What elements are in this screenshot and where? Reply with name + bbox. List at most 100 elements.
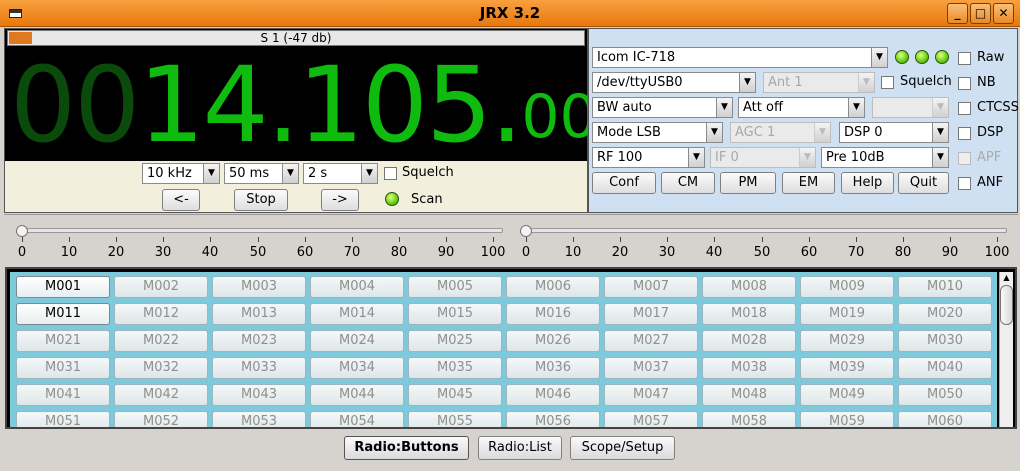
tab-radio-list[interactable]: Radio:List [478,436,562,460]
memory-button[interactable]: M038 [702,357,796,379]
memory-button[interactable]: M053 [212,411,306,427]
memory-button[interactable]: M046 [506,384,600,406]
memory-button[interactable]: M020 [898,303,992,325]
maximize-icon[interactable]: □ [970,3,991,24]
scroll-thumb[interactable] [1000,285,1013,325]
interval-select[interactable]: 2 s ▼ [303,163,378,184]
radio-model-select[interactable]: Icom IC-718 ▼ [592,47,888,68]
memory-button[interactable]: M044 [310,384,404,406]
port-select[interactable]: /dev/ttyUSB0 ▼ [592,72,756,93]
apf-checkbox[interactable] [958,152,971,165]
memory-button[interactable]: M015 [408,303,502,325]
memory-button[interactable]: M052 [114,411,208,427]
left-slider-track[interactable] [18,228,503,233]
memory-button[interactable]: M014 [310,303,404,325]
mode-select[interactable]: Mode LSB ▼ [592,122,723,143]
attenuator-select[interactable]: Att off ▼ [738,97,865,118]
memory-button[interactable]: M043 [212,384,306,406]
anf-checkbox[interactable] [958,177,971,190]
memory-button[interactable]: M005 [408,276,502,298]
memory-button[interactable]: M028 [702,330,796,352]
em-button[interactable]: EM [782,172,835,194]
memory-button[interactable]: M002 [114,276,208,298]
memory-button[interactable]: M024 [310,330,404,352]
memory-button[interactable]: M016 [506,303,600,325]
memory-button[interactable]: M057 [604,411,698,427]
memory-button[interactable]: M013 [212,303,306,325]
memory-scrollbar[interactable]: ▲ [999,272,1013,427]
memory-button[interactable]: M036 [506,357,600,379]
memory-button[interactable]: M042 [114,384,208,406]
antenna-select[interactable]: Ant 1 ▼ [763,72,875,93]
memory-button[interactable]: M009 [800,276,894,298]
bandwidth-select[interactable]: BW auto ▼ [592,97,733,118]
step-select[interactable]: 10 kHz ▼ [142,163,220,184]
squelch-checkbox[interactable] [881,76,894,89]
memory-button[interactable]: M030 [898,330,992,352]
memory-button[interactable]: M031 [16,357,110,379]
scan-next-button[interactable]: -> [321,189,359,211]
agc-select[interactable]: AGC 1 ▼ [730,122,831,143]
memory-button[interactable]: M022 [114,330,208,352]
memory-button[interactable]: M008 [702,276,796,298]
conf-button[interactable]: Conf [592,172,656,194]
memory-button[interactable]: M006 [506,276,600,298]
memory-button[interactable]: M049 [800,384,894,406]
memory-button[interactable]: M034 [310,357,404,379]
memory-button[interactable]: M004 [310,276,404,298]
memory-button[interactable]: M018 [702,303,796,325]
memory-button[interactable]: M040 [898,357,992,379]
dsp-checkbox[interactable] [958,127,971,140]
memory-button[interactable]: M007 [604,276,698,298]
right-slider-track[interactable] [522,228,1007,233]
memory-button[interactable]: M054 [310,411,404,427]
memory-button[interactable]: M012 [114,303,208,325]
memory-button[interactable]: M047 [604,384,698,406]
scan-stop-button[interactable]: Stop [234,189,288,211]
memory-button[interactable]: M001 [16,276,110,298]
nb-checkbox[interactable] [958,77,971,90]
memory-button[interactable]: M011 [16,303,110,325]
tab-scope-setup[interactable]: Scope/Setup [570,436,675,460]
dsp-select[interactable]: DSP 0 ▼ [839,122,949,143]
ctcss-select[interactable]: ▼ [872,97,949,118]
memory-button[interactable]: M032 [114,357,208,379]
memory-button[interactable]: M048 [702,384,796,406]
pm-button[interactable]: PM [720,172,776,194]
memory-button[interactable]: M035 [408,357,502,379]
scan-prev-button[interactable]: <- [162,189,200,211]
memory-button[interactable]: M021 [16,330,110,352]
memory-button[interactable]: M029 [800,330,894,352]
right-slider-knob[interactable] [520,225,532,237]
scroll-up-icon[interactable]: ▲ [1000,272,1013,284]
raw-checkbox[interactable] [958,52,971,65]
memory-button[interactable]: M033 [212,357,306,379]
memory-button[interactable]: M060 [898,411,992,427]
preamp-select[interactable]: Pre 10dB ▼ [821,147,949,168]
memory-button[interactable]: M039 [800,357,894,379]
memory-button[interactable]: M055 [408,411,502,427]
frequency-display[interactable]: 0014.105.000 [10,50,636,160]
memory-button[interactable]: M056 [506,411,600,427]
memory-button[interactable]: M050 [898,384,992,406]
cm-button[interactable]: CM [661,172,715,194]
left-slider-knob[interactable] [16,225,28,237]
memory-button[interactable]: M010 [898,276,992,298]
memory-button[interactable]: M037 [604,357,698,379]
memory-button[interactable]: M041 [16,384,110,406]
help-button[interactable]: Help [841,172,894,194]
memory-button[interactable]: M045 [408,384,502,406]
memory-button[interactable]: M027 [604,330,698,352]
ctcss-checkbox[interactable] [958,102,971,115]
memory-button[interactable]: M023 [212,330,306,352]
memory-button[interactable]: M051 [16,411,110,427]
memory-button[interactable]: M019 [800,303,894,325]
memory-button[interactable]: M003 [212,276,306,298]
memory-button[interactable]: M026 [506,330,600,352]
minimize-icon[interactable]: _ [947,3,968,24]
memory-button[interactable]: M017 [604,303,698,325]
quit-button[interactable]: Quit [898,172,949,194]
dwell-select[interactable]: 50 ms ▼ [224,163,299,184]
memory-button[interactable]: M059 [800,411,894,427]
memory-button[interactable]: M025 [408,330,502,352]
